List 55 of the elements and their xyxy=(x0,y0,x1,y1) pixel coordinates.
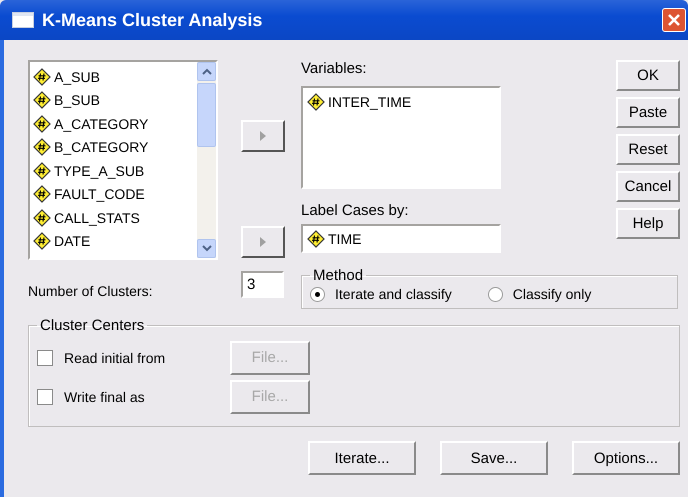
radio-label: Classify only xyxy=(512,286,592,302)
variable-list-item[interactable]: A_CATEGORY xyxy=(33,112,197,136)
radio-button[interactable] xyxy=(310,286,325,302)
radio-button[interactable] xyxy=(488,286,503,302)
numeric-variable-icon xyxy=(33,232,51,250)
scrollbar[interactable] xyxy=(197,62,216,258)
move-right-button[interactable] xyxy=(241,226,285,258)
close-button[interactable] xyxy=(662,8,686,32)
checkbox-label: Write final as xyxy=(64,388,146,404)
caret-down-icon[interactable] xyxy=(202,245,212,252)
dialog-button[interactable]: Paste xyxy=(616,97,680,128)
dialog-button[interactable]: Reset xyxy=(616,134,680,165)
numeric-variable-icon xyxy=(33,162,51,180)
radio-option[interactable]: Iterate and classify xyxy=(310,286,452,302)
label-cases-label: Label Cases by: xyxy=(301,202,410,218)
dialog-button[interactable]: Help xyxy=(616,208,680,239)
radio-label: Iterate and classify xyxy=(335,286,452,302)
numeric-variable-icon xyxy=(33,68,51,86)
dialog-button[interactable]: Options... xyxy=(572,441,680,475)
variable-list-item[interactable]: INTER_TIME xyxy=(307,90,495,114)
caret-up-icon[interactable] xyxy=(202,68,212,75)
numeric-variable-icon xyxy=(33,208,51,227)
group-title: Method xyxy=(312,267,364,284)
window-icon xyxy=(12,12,34,28)
window-title: K-Means Cluster Analysis xyxy=(42,10,264,30)
variable-list-item[interactable]: CALL_STATS xyxy=(33,206,197,230)
triangle-right-icon[interactable] xyxy=(259,236,267,248)
variable-list-item[interactable]: DATE xyxy=(33,230,197,253)
numeric-variable-icon xyxy=(307,92,325,111)
number-of-clusters-field[interactable]: 3 xyxy=(241,271,284,298)
dialog-button[interactable]: Iterate... xyxy=(308,441,416,475)
dialog-button[interactable]: OK xyxy=(616,60,680,91)
radio-option[interactable]: Classify only xyxy=(488,286,592,302)
variable-list-item[interactable]: A_SUB xyxy=(33,65,197,88)
numeric-variable-icon xyxy=(307,230,325,248)
variable-list-item[interactable]: B_CATEGORY xyxy=(33,136,197,159)
dialog-button[interactable]: Cancel xyxy=(616,171,680,202)
variables-label: Variables: xyxy=(301,60,368,79)
numeric-variable-icon xyxy=(33,91,51,110)
close-icon[interactable] xyxy=(666,12,682,28)
variable-list-item[interactable]: FAULT_CODE xyxy=(33,182,197,206)
numeric-variable-icon xyxy=(33,114,51,133)
source-variable-list[interactable]: A_SUB B_SUB A_CATEGORY B_CATEGORY TYPE_A_SUB FAULT_CODE CALL_STATS DATE xyxy=(28,60,218,260)
variables-list[interactable]: INTER_TIME xyxy=(301,86,501,189)
label-cases-field[interactable]: TIME xyxy=(301,224,501,253)
number-of-clusters-label: Number of Clusters: xyxy=(28,283,154,299)
checkbox-label: Read initial from xyxy=(64,350,166,366)
variable-list-item[interactable]: TYPE_A_SUB xyxy=(33,159,197,182)
move-right-button[interactable] xyxy=(241,120,285,152)
numeric-variable-icon xyxy=(33,138,51,156)
numeric-variable-icon xyxy=(33,185,51,204)
triangle-right-icon[interactable] xyxy=(259,130,267,142)
dialog-button[interactable]: Save... xyxy=(440,441,548,475)
variable-list-item[interactable]: B_SUB xyxy=(33,88,197,112)
group-title: Cluster Centers xyxy=(39,317,146,334)
